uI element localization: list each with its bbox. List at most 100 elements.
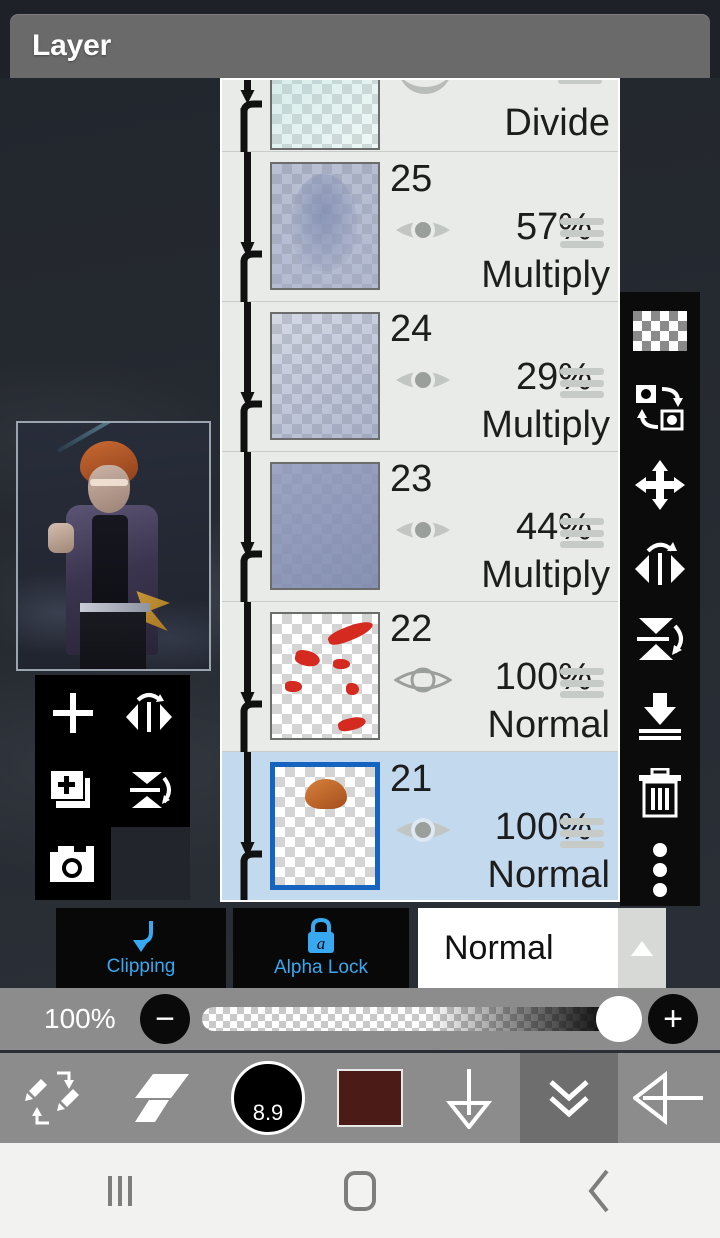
clipping-icon	[133, 921, 153, 952]
layer-row[interactable]: 25 57% Multiply	[222, 152, 618, 302]
clipping-indicator	[240, 602, 274, 752]
artwork-belt	[80, 603, 150, 612]
move-layer-button[interactable]	[620, 446, 700, 523]
layer-thumbnail[interactable]	[270, 612, 380, 740]
flip-vertical-button[interactable]	[111, 751, 187, 827]
alpha-lock-button[interactable]: a Alpha Lock	[233, 908, 409, 988]
canvas-artwork-preview[interactable]	[16, 421, 211, 671]
clipping-indicator	[240, 752, 274, 900]
merge-down-button[interactable]	[620, 677, 700, 754]
delete-layer-button[interactable]	[620, 754, 700, 831]
add-layer-button[interactable]	[35, 675, 111, 751]
layer-visibility-toggle[interactable]	[393, 662, 453, 703]
layer-thumbnail-art	[272, 464, 378, 588]
chevron-up-icon	[631, 941, 653, 956]
layer-number: 21	[390, 758, 433, 800]
more-options-button[interactable]	[620, 831, 700, 908]
clipping-label: Clipping	[106, 956, 176, 977]
layer-visibility-toggle[interactable]	[394, 512, 452, 553]
artwork-hand	[48, 523, 74, 553]
layer-row[interactable]: 24 29% Multiply	[222, 302, 618, 452]
android-nav-bar	[0, 1143, 720, 1238]
layer-row[interactable]: Divide	[222, 80, 618, 152]
artwork-face	[88, 465, 130, 513]
layer-thumbnail[interactable]	[270, 162, 380, 290]
swap-layers-icon	[636, 384, 684, 430]
nav-home-button[interactable]	[240, 1170, 480, 1211]
layer-drag-handle[interactable]	[560, 518, 604, 548]
layer-row[interactable]: 22 100% Normal	[222, 602, 618, 752]
double-chevron-down-icon	[549, 1080, 589, 1118]
layer-blend-mode[interactable]: Multiply	[481, 404, 610, 447]
brush-swap-icon	[25, 1071, 79, 1125]
nav-back-button[interactable]	[480, 1168, 720, 1214]
opacity-decrease-button[interactable]: −	[140, 994, 190, 1044]
panel-header: Layer	[10, 14, 710, 78]
layer-visibility-toggle[interactable]	[394, 212, 452, 253]
layer-actions-toolbar	[620, 292, 700, 906]
layer-thumbnail[interactable]	[270, 312, 380, 440]
opacity-slider-knob[interactable]	[596, 996, 642, 1042]
svg-text:a: a	[317, 934, 326, 953]
brush-size-button[interactable]: 8.9	[216, 1053, 320, 1143]
layer-blend-mode[interactable]: Divide	[504, 102, 610, 145]
layer-row[interactable]: 21 100% Normal	[222, 752, 618, 900]
flip-vertical-icon	[130, 772, 171, 808]
rotate-flip-horizontal-button[interactable]	[620, 523, 700, 600]
camera-button[interactable]	[35, 827, 111, 903]
opacity-increase-button[interactable]: +	[648, 994, 698, 1044]
app-root: Layer Divide 25 57% Multiply 24 29% Mult…	[0, 0, 720, 1238]
layer-blend-mode[interactable]: Multiply	[481, 554, 610, 597]
rotate-flip-vertical-button[interactable]	[620, 600, 700, 677]
layer-list-panel[interactable]: Divide 25 57% Multiply 24 29% Multiply 2…	[220, 78, 620, 902]
eraser-icon	[135, 1074, 189, 1122]
floating-tool-panel	[35, 675, 190, 900]
color-swatch-icon[interactable]	[337, 1069, 403, 1127]
blend-mode-expand-button[interactable]	[618, 908, 666, 988]
bottom-toolbar: 8.9	[0, 1053, 720, 1143]
layer-drag-handle[interactable]	[560, 668, 604, 698]
layer-thumbnail[interactable]	[270, 762, 380, 890]
layer-drag-handle[interactable]	[560, 218, 604, 248]
layer-thumbnail-art	[272, 80, 378, 148]
brush-size-indicator[interactable]: 8.9	[231, 1061, 305, 1135]
panel-notch	[111, 827, 190, 900]
layer-blend-mode[interactable]: Normal	[488, 704, 610, 747]
layer-thumbnail-shape	[333, 658, 351, 669]
duplicate-layer-button[interactable]	[35, 751, 111, 827]
swap-layer-button[interactable]	[620, 369, 700, 446]
nav-recents-button[interactable]	[0, 1175, 240, 1206]
layer-thumbnail[interactable]	[270, 462, 380, 590]
layer-visibility-toggle[interactable]	[394, 362, 452, 403]
layer-visibility-toggle[interactable]	[398, 80, 452, 94]
eraser-tool-button[interactable]	[108, 1053, 216, 1143]
layer-drag-handle[interactable]	[558, 80, 602, 84]
layer-visibility-toggle[interactable]	[394, 812, 452, 853]
back-button[interactable]	[618, 1053, 720, 1143]
layer-blend-mode[interactable]: Normal	[488, 854, 610, 897]
layer-blend-mode[interactable]: Multiply	[481, 254, 610, 297]
page-title: Layer	[32, 29, 112, 62]
layer-number: 24	[390, 308, 433, 350]
flip-horizontal-button[interactable]	[111, 675, 187, 751]
layer-thumbnail[interactable]	[270, 80, 380, 150]
eye-visible-icon	[396, 368, 450, 392]
layer-thumbnail-shape	[326, 618, 375, 649]
clipping-button[interactable]: Clipping	[56, 908, 226, 988]
brush-size-value: 8.9	[252, 1100, 284, 1125]
layer-drag-handle[interactable]	[560, 368, 604, 398]
arrow-left-icon	[633, 1071, 703, 1125]
trash-icon	[639, 767, 681, 817]
blend-mode-select[interactable]: Normal	[418, 908, 666, 988]
layer-drag-handle[interactable]	[560, 818, 604, 848]
layer-number: 23	[390, 458, 433, 500]
download-arrow-button[interactable]	[420, 1053, 520, 1143]
color-swatch-button[interactable]	[320, 1053, 420, 1143]
layer-row[interactable]: 23 44% Multiply	[222, 452, 618, 602]
opacity-slider-track[interactable]	[202, 996, 642, 1042]
transparency-checker-button[interactable]	[620, 292, 700, 369]
brush-eraser-swap-button[interactable]	[0, 1053, 108, 1143]
layer-thumbnail-shape	[305, 778, 347, 810]
collapse-panel-button[interactable]	[520, 1053, 618, 1143]
layer-mode-row: Clipping a Alpha Lock Normal	[0, 908, 720, 988]
